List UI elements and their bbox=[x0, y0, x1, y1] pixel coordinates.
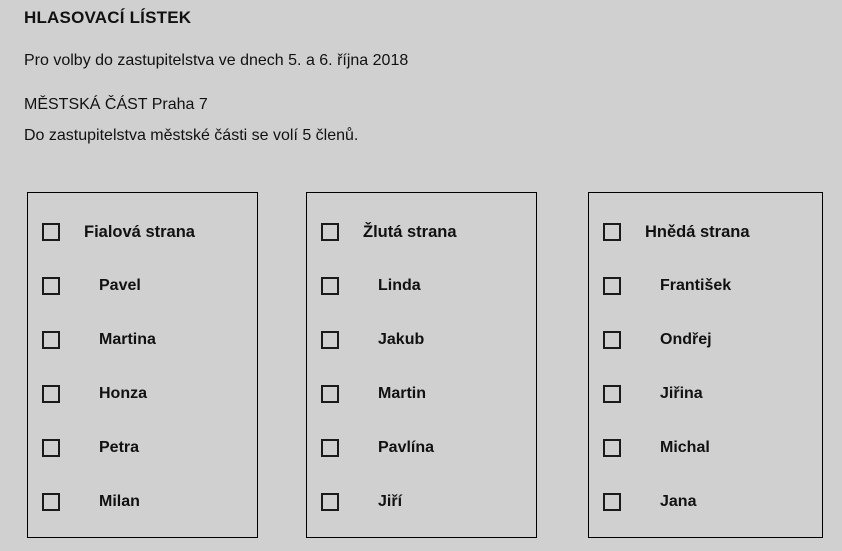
candidate-row-pavlina[interactable]: Pavlína bbox=[307, 421, 536, 475]
party-header-row-fialova-strana[interactable]: Fialová strana bbox=[28, 205, 257, 259]
checkbox-zluta-strana[interactable] bbox=[321, 223, 339, 241]
checkbox-honza[interactable] bbox=[42, 385, 60, 403]
checkbox-martin[interactable] bbox=[321, 385, 339, 403]
candidate-row-linda[interactable]: Linda bbox=[307, 259, 536, 313]
checkbox-jiri[interactable] bbox=[321, 493, 339, 511]
candidate-row-honza[interactable]: Honza bbox=[28, 367, 257, 421]
checkbox-jirina[interactable] bbox=[603, 385, 621, 403]
checkbox-jakub[interactable] bbox=[321, 331, 339, 349]
candidate-row-petra[interactable]: Petra bbox=[28, 421, 257, 475]
checkbox-fialova-strana[interactable] bbox=[42, 223, 60, 241]
checkbox-ondrej[interactable] bbox=[603, 331, 621, 349]
election-date-line: Pro volby do zastupitelstva ve dnech 5. … bbox=[24, 52, 409, 69]
party-columns: Fialová strana Pavel Martina Honza Petra Mila… bbox=[27, 192, 823, 538]
party-name-label: Hnědá strana bbox=[645, 223, 750, 241]
checkbox-hneda-strana[interactable] bbox=[603, 223, 621, 241]
party-name-label: Fialová strana bbox=[84, 223, 195, 241]
candidate-name-label: Martina bbox=[99, 331, 156, 348]
candidate-row-pavel[interactable]: Pavel bbox=[28, 259, 257, 313]
candidate-name-label: Michal bbox=[660, 439, 710, 456]
candidate-name-label: Milan bbox=[99, 493, 140, 510]
candidate-name-label: František bbox=[660, 277, 732, 294]
candidate-row-jakub[interactable]: Jakub bbox=[307, 313, 536, 367]
party-box-zluta-strana: Žlutá strana Linda Jakub Martin Pavlína Jiří bbox=[306, 192, 537, 538]
checkbox-michal[interactable] bbox=[603, 439, 621, 457]
district-line: MĚSTSKÁ ČÁST Praha 7 bbox=[24, 96, 208, 113]
candidate-name-label: Martin bbox=[378, 385, 426, 402]
candidate-row-jirina[interactable]: Jiřina bbox=[589, 367, 822, 421]
candidate-name-label: Jakub bbox=[378, 331, 425, 348]
candidate-row-martin[interactable]: Martin bbox=[307, 367, 536, 421]
ballot-header: HLASOVACÍ LÍSTEK Pro volby do zastupitel… bbox=[24, 0, 824, 146]
checkbox-pavlina[interactable] bbox=[321, 439, 339, 457]
candidate-name-label: Ondřej bbox=[660, 331, 712, 348]
checkbox-milan[interactable] bbox=[42, 493, 60, 511]
candidate-row-ondrej[interactable]: Ondřej bbox=[589, 313, 822, 367]
checkbox-frantisek[interactable] bbox=[603, 277, 621, 295]
candidate-name-label: Pavlína bbox=[378, 439, 435, 456]
candidate-row-frantisek[interactable]: František bbox=[589, 259, 822, 313]
checkbox-linda[interactable] bbox=[321, 277, 339, 295]
checkbox-petra[interactable] bbox=[42, 439, 60, 457]
party-box-fialova-strana: Fialová strana Pavel Martina Honza Petra Mila… bbox=[27, 192, 258, 538]
candidate-row-milan[interactable]: Milan bbox=[28, 475, 257, 529]
candidate-name-label: Jana bbox=[660, 493, 697, 510]
page-title: HLASOVACÍ LÍSTEK bbox=[24, 8, 192, 27]
checkbox-martina[interactable] bbox=[42, 331, 60, 349]
candidate-row-michal[interactable]: Michal bbox=[589, 421, 822, 475]
candidate-name-label: Pavel bbox=[99, 277, 141, 294]
party-name-label: Žlutá strana bbox=[363, 223, 457, 241]
candidate-row-jiri[interactable]: Jiří bbox=[307, 475, 536, 529]
checkbox-pavel[interactable] bbox=[42, 277, 60, 295]
candidate-row-martina[interactable]: Martina bbox=[28, 313, 257, 367]
candidate-name-label: Linda bbox=[378, 277, 421, 294]
seats-count-line: Do zastupitelstva městské části se volí … bbox=[24, 127, 359, 144]
checkbox-jana[interactable] bbox=[603, 493, 621, 511]
candidate-name-label: Honza bbox=[99, 385, 147, 402]
party-box-hneda-strana: Hnědá strana František Ondřej Jiřina Michal J… bbox=[588, 192, 823, 538]
candidate-name-label: Jiřina bbox=[660, 385, 703, 402]
party-header-row-hneda-strana[interactable]: Hnědá strana bbox=[589, 205, 822, 259]
candidate-name-label: Jiří bbox=[378, 493, 403, 510]
candidate-row-jana[interactable]: Jana bbox=[589, 475, 822, 529]
party-header-row-zluta-strana[interactable]: Žlutá strana bbox=[307, 205, 536, 259]
candidate-name-label: Petra bbox=[99, 439, 140, 456]
